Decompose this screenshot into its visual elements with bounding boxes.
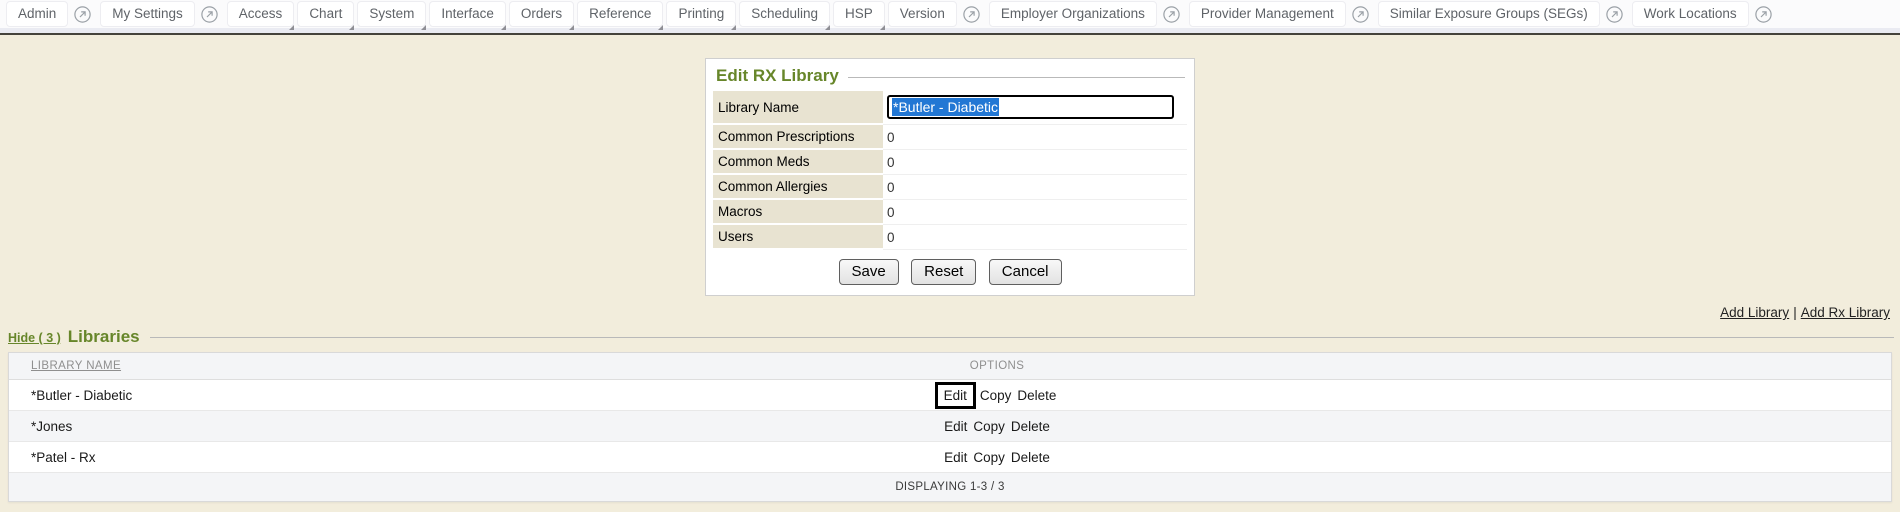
tab-similar-exposure-groups[interactable]: Similar Exposure Groups (SEGs) — [1378, 1, 1600, 27]
open-in-new-icon[interactable] — [1606, 6, 1623, 23]
delete-link[interactable]: Delete — [1017, 388, 1056, 403]
form-row-library-name: Library Name *Butler - Diabetic — [713, 91, 1187, 125]
tab-employer-organizations[interactable]: Employer Organizations — [989, 1, 1157, 27]
libraries-table: LIBRARY NAME OPTIONS *Butler - Diabetic … — [8, 352, 1892, 502]
field-label: Users — [713, 225, 883, 250]
open-in-new-icon[interactable] — [201, 6, 218, 23]
delete-link[interactable]: Delete — [1011, 450, 1050, 465]
libraries-title-rule — [150, 337, 1894, 338]
copy-link[interactable]: Copy — [973, 419, 1005, 434]
reset-button[interactable]: Reset — [911, 259, 976, 285]
menu-corner-icon — [289, 25, 294, 30]
field-label: Macros — [713, 200, 883, 225]
form-title: Edit RX Library — [716, 66, 839, 86]
edit-link[interactable]: Edit — [944, 419, 967, 434]
table-header-row: LIBRARY NAME OPTIONS — [9, 353, 1891, 380]
focus-ring: Edit — [935, 382, 976, 409]
open-in-new-icon[interactable] — [1163, 6, 1180, 23]
menu-corner-icon — [501, 25, 506, 30]
field-value: 0 — [883, 200, 1187, 225]
tab-admin[interactable]: Admin — [6, 1, 68, 27]
library-name-cell: *Jones — [9, 419, 875, 434]
table-row: *Butler - Diabetic Edit Copy Delete — [9, 380, 1891, 411]
delete-link[interactable]: Delete — [1011, 419, 1050, 434]
field-label: Library Name — [713, 91, 883, 125]
field-value: 0 — [883, 125, 1187, 150]
menu-corner-icon — [880, 25, 885, 30]
library-name-input[interactable]: *Butler - Diabetic — [887, 95, 1174, 119]
menu-corner-icon — [658, 25, 663, 30]
table-row: *Patel - Rx Edit Copy Delete — [9, 442, 1891, 473]
tab-my-settings[interactable]: My Settings — [100, 1, 195, 27]
copy-link[interactable]: Copy — [973, 450, 1005, 465]
add-rx-library-link[interactable]: Add Rx Library — [1801, 305, 1890, 320]
field-value: 0 — [883, 175, 1187, 200]
libraries-header: Hide ( 3 ) Libraries — [0, 325, 1900, 350]
menu-corner-icon — [731, 25, 736, 30]
menu-corner-icon — [569, 25, 574, 30]
field-value: 0 — [883, 225, 1187, 250]
copy-link[interactable]: Copy — [980, 388, 1012, 403]
selected-input-text: *Butler - Diabetic — [892, 98, 999, 116]
add-library-link[interactable]: Add Library — [1720, 305, 1789, 320]
hide-toggle-link[interactable]: Hide ( 3 ) — [8, 331, 61, 345]
form-row-common-prescriptions: Common Prescriptions 0 — [713, 125, 1187, 150]
tab-hsp[interactable]: HSP — [833, 1, 885, 27]
top-nav: Admin My Settings Access Chart System In… — [0, 0, 1900, 28]
libraries-title: Libraries — [68, 327, 140, 347]
edit-rx-library-form: Edit RX Library Library Name *Butler - D… — [705, 58, 1195, 296]
open-in-new-icon[interactable] — [1755, 6, 1772, 23]
options-column-header: OPTIONS — [875, 360, 1120, 372]
link-separator: | — [1793, 305, 1797, 320]
tab-orders[interactable]: Orders — [509, 1, 574, 27]
tab-reference[interactable]: Reference — [577, 1, 663, 27]
field-value: 0 — [883, 150, 1187, 175]
table-footer: DISPLAYING 1-3 / 3 — [9, 473, 1891, 501]
tab-printing[interactable]: Printing — [666, 1, 736, 27]
library-name-cell: *Patel - Rx — [9, 450, 875, 465]
save-button[interactable]: Save — [839, 259, 899, 285]
field-label: Common Allergies — [713, 175, 883, 200]
form-row-common-meds: Common Meds 0 — [713, 150, 1187, 175]
open-in-new-icon[interactable] — [963, 6, 980, 23]
menu-corner-icon — [349, 25, 354, 30]
open-in-new-icon[interactable] — [1352, 6, 1369, 23]
tab-chart[interactable]: Chart — [297, 1, 354, 27]
tab-access[interactable]: Access — [227, 1, 295, 27]
tab-interface[interactable]: Interface — [429, 1, 506, 27]
form-buttons: Save Reset Cancel — [713, 250, 1187, 295]
tab-system[interactable]: System — [357, 1, 426, 27]
title-rule — [848, 77, 1185, 78]
tab-work-locations[interactable]: Work Locations — [1632, 1, 1749, 27]
menu-corner-icon — [825, 25, 830, 30]
library-name-cell: *Butler - Diabetic — [9, 388, 875, 403]
sort-library-name[interactable]: LIBRARY NAME — [31, 360, 121, 372]
open-in-new-icon[interactable] — [74, 6, 91, 23]
cancel-button[interactable]: Cancel — [989, 259, 1062, 285]
menu-corner-icon — [421, 25, 426, 30]
form-row-common-allergies: Common Allergies 0 — [713, 175, 1187, 200]
tab-scheduling[interactable]: Scheduling — [739, 1, 830, 27]
form-row-macros: Macros 0 — [713, 200, 1187, 225]
add-links: Add Library | Add Rx Library — [0, 296, 1900, 325]
tab-version[interactable]: Version — [888, 1, 957, 27]
edit-link[interactable]: Edit — [944, 388, 967, 403]
edit-link[interactable]: Edit — [944, 450, 967, 465]
page-content: Edit RX Library Library Name *Butler - D… — [0, 35, 1900, 512]
tab-provider-management[interactable]: Provider Management — [1189, 1, 1346, 27]
field-label: Common Meds — [713, 150, 883, 175]
form-row-users: Users 0 — [713, 225, 1187, 250]
field-label: Common Prescriptions — [713, 125, 883, 150]
table-row: *Jones Edit Copy Delete — [9, 411, 1891, 442]
